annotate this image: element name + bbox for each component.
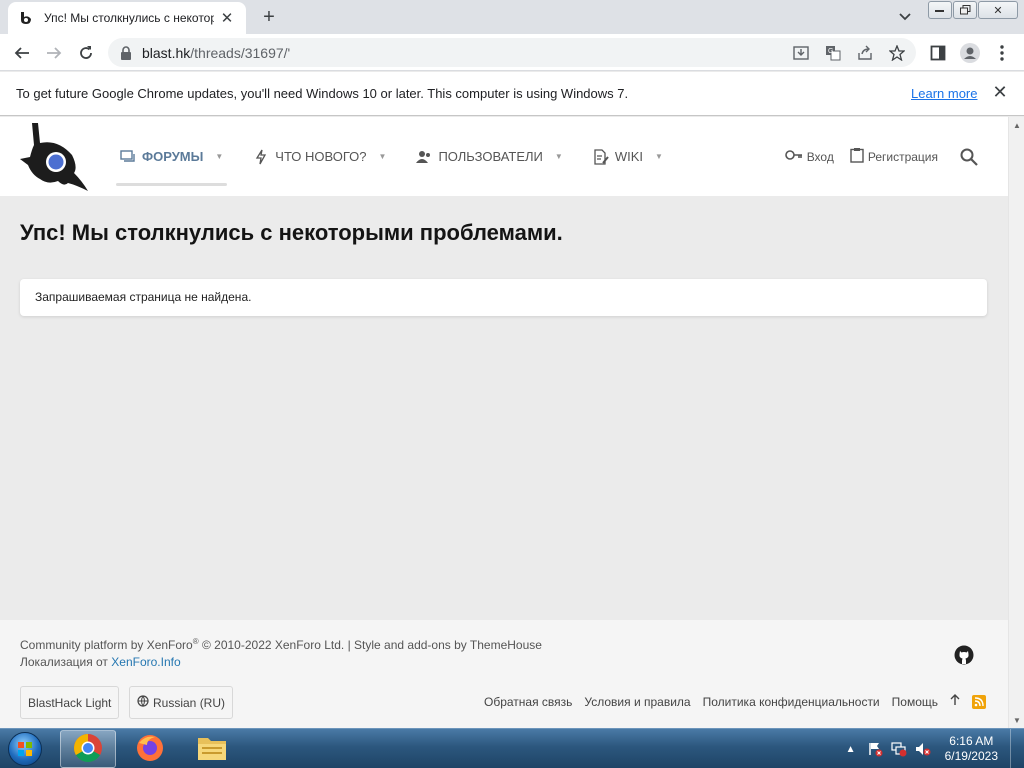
key-icon [784, 149, 803, 164]
install-icon[interactable] [790, 42, 812, 64]
nav-item-wiki[interactable]: WIKI ▼ [589, 117, 667, 196]
register-label: Регистрация [867, 149, 938, 164]
volume-muted-icon[interactable] [913, 739, 933, 759]
window-close-button[interactable]: ✕ [978, 1, 1018, 19]
windows-taskbar: ▲ 6:16 AM 6/19/2023 [0, 728, 1024, 768]
search-icon[interactable] [958, 146, 980, 168]
nav-item-label: WIKI [614, 149, 643, 164]
window-minimize-button[interactable] [928, 1, 952, 19]
tray-expand-icon[interactable]: ▲ [841, 739, 861, 759]
kebab-menu-icon[interactable] [990, 41, 1014, 65]
taskbar-explorer[interactable] [184, 730, 240, 768]
side-panel-icon[interactable] [926, 41, 950, 65]
tab-title: Упс! Мы столкнулись с некотор [44, 11, 214, 25]
scroll-down-icon[interactable]: ▼ [1009, 712, 1024, 728]
page-scrollbar[interactable]: ▲ ▼ [1008, 117, 1024, 728]
action-center-icon[interactable] [865, 739, 885, 759]
firefox-icon [135, 733, 165, 766]
clock-date: 6/19/2023 [944, 749, 998, 763]
show-desktop-button[interactable] [1010, 729, 1024, 768]
share-icon[interactable] [854, 42, 876, 64]
start-button[interactable] [4, 730, 46, 768]
localization-prefix: Локализация от [20, 655, 112, 669]
lock-icon[interactable] [120, 45, 134, 60]
profile-icon[interactable] [958, 41, 982, 65]
clock-time: 6:16 AM [949, 734, 994, 748]
browser-toolbar: blast.hk/threads/31697/' G [0, 34, 1024, 71]
star-icon[interactable] [886, 42, 908, 64]
register-link[interactable]: Регистрация [850, 147, 938, 166]
taskbar-chrome[interactable] [60, 730, 116, 768]
url-path: /threads/31697/' [190, 44, 291, 61]
style-chooser-button[interactable]: BlastHack Light [20, 686, 120, 719]
caret-down-icon[interactable]: ▼ [655, 152, 663, 161]
update-infobar: To get future Google Chrome updates, you… [0, 72, 1024, 116]
url-host: blast.hk [142, 44, 191, 61]
caret-down-icon[interactable]: ▼ [379, 152, 387, 161]
folder-icon [196, 734, 228, 765]
footer-link-privacy[interactable]: Политика конфиденциальности [703, 695, 880, 709]
tab-strip: Упс! Мы столкнулись с некотор ✕ + ✕ [0, 0, 1024, 34]
error-message: Запрашиваемая страница не найдена. [20, 279, 987, 316]
nav-item-whats-new[interactable]: ЧТО НОВОГО? ▼ [249, 117, 390, 196]
caret-down-icon[interactable]: ▼ [555, 152, 563, 161]
forward-arrow-icon[interactable] [42, 41, 66, 65]
site-footer: Community platform by XenForo® © 2010-20… [0, 620, 1008, 728]
globe-icon [137, 695, 149, 710]
new-tab-button[interactable]: + [258, 6, 280, 28]
copyright-rest: © 2010-2022 XenForo Ltd. | Style and add… [198, 638, 542, 652]
windows-logo-icon [8, 732, 42, 766]
web-page: ФОРУМЫ ▼ ЧТО НОВОГО? ▼ ПОЛЬЗОВАТЕЛИ ▼ WI… [0, 117, 1008, 728]
learn-more-link[interactable]: Learn more [911, 86, 977, 101]
login-link[interactable]: Вход [784, 149, 834, 164]
localization-text: Локализация от XenForo.Info [20, 655, 181, 669]
xenforo-info-link[interactable]: XenForo.Info [111, 655, 180, 669]
footer-link-terms[interactable]: Условия и правила [584, 695, 690, 709]
taskbar-firefox[interactable] [122, 730, 178, 768]
page-title: Упс! Мы столкнулись с некоторыми проблем… [20, 220, 563, 245]
reload-icon[interactable] [74, 41, 98, 65]
nav-item-label: ЧТО НОВОГО? [275, 149, 367, 164]
svg-text:G: G [828, 48, 833, 55]
infobar-close-icon[interactable]: ✕ [990, 82, 1010, 102]
language-label: Russian (RU) [153, 695, 226, 710]
footer-link-contact[interactable]: Обратная связь [484, 695, 572, 709]
login-label: Вход [806, 149, 834, 164]
arrow-up-icon[interactable] [950, 694, 960, 709]
bolt-icon [253, 149, 269, 165]
tab-close-icon[interactable]: ✕ [218, 9, 236, 27]
site-header: ФОРУМЫ ▼ ЧТО НОВОГО? ▼ ПОЛЬЗОВАТЕЛИ ▼ WI… [0, 117, 1008, 196]
forum-icon [120, 149, 136, 165]
network-icon[interactable] [889, 739, 909, 759]
copyright-text: Community platform by XenForo® © 2010-20… [20, 637, 542, 652]
users-icon [416, 149, 432, 165]
clipboard-icon [850, 147, 864, 166]
nav-item-label: ФОРУМЫ [142, 149, 204, 164]
tab-search-chevron-icon[interactable] [895, 8, 915, 26]
system-tray: ▲ 6:16 AM 6/19/2023 [841, 729, 1024, 768]
scroll-up-icon[interactable]: ▲ [1009, 117, 1024, 133]
footer-link-help[interactable]: Помощь [892, 695, 938, 709]
back-arrow-icon[interactable] [10, 41, 34, 65]
rss-icon[interactable] [972, 694, 986, 709]
blasthack-favicon-icon [18, 10, 34, 26]
copyright-platform[interactable]: Community platform by XenForo [20, 638, 193, 652]
language-chooser-button[interactable]: Russian (RU) [129, 686, 234, 719]
nav-item-members[interactable]: ПОЛЬЗОВАТЕЛИ ▼ [412, 117, 566, 196]
main-nav: ФОРУМЫ ▼ ЧТО НОВОГО? ▼ ПОЛЬЗОВАТЕЛИ ▼ WI… [116, 117, 689, 196]
translate-icon[interactable]: G [822, 42, 844, 64]
github-icon[interactable] [954, 645, 974, 665]
nav-item-forums[interactable]: ФОРУМЫ ▼ [116, 117, 228, 196]
window-restore-button[interactable] [953, 1, 977, 19]
address-bar[interactable]: blast.hk/threads/31697/' G [108, 38, 916, 67]
chrome-icon [73, 733, 103, 766]
footer-links: Обратная связь Условия и правила Политик… [484, 694, 986, 709]
caret-down-icon[interactable]: ▼ [215, 152, 223, 161]
taskbar-clock[interactable]: 6:16 AM 6/19/2023 [945, 734, 998, 764]
wiki-icon [593, 148, 609, 165]
site-logo[interactable] [18, 121, 90, 193]
infobar-message: To get future Google Chrome updates, you… [16, 86, 629, 101]
nav-item-label: ПОЛЬЗОВАТЕЛИ [438, 149, 543, 164]
browser-tab[interactable]: Упс! Мы столкнулись с некотор ✕ [8, 2, 246, 34]
